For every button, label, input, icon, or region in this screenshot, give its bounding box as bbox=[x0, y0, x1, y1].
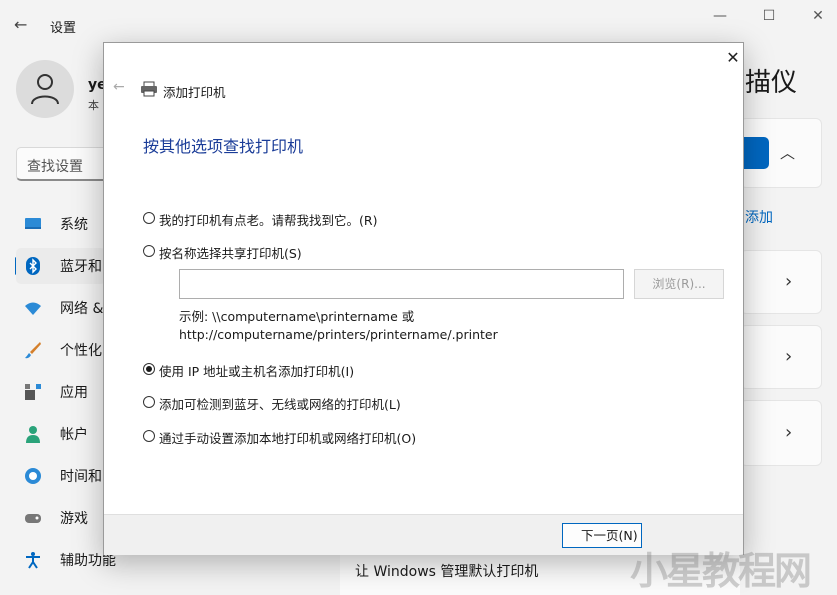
radio-button-selected[interactable] bbox=[143, 363, 155, 375]
gamepad-icon bbox=[25, 514, 41, 523]
close-icon[interactable]: ✕ bbox=[720, 45, 746, 71]
sidebar-item-system[interactable]: 系统 bbox=[16, 206, 106, 242]
accessibility-icon bbox=[26, 552, 40, 569]
device-card-1[interactable] bbox=[740, 250, 822, 314]
app-title: 设置 bbox=[50, 21, 77, 36]
sidebar-item-personalization[interactable]: 个性化 bbox=[16, 332, 106, 368]
chevron-right-icon: › bbox=[785, 346, 793, 367]
option-label: 按名称选择共享打印机(S) bbox=[159, 246, 302, 261]
person-outline-icon bbox=[31, 74, 59, 105]
watermark-text: 小星教程网 bbox=[630, 549, 812, 593]
option-label: 添加可检测到蓝牙、无线或网络的打印机(L) bbox=[159, 397, 401, 412]
clock-globe-icon bbox=[25, 468, 41, 484]
sidebar-item-network[interactable]: 网络 & bbox=[16, 290, 106, 326]
sidebar-item-label: 游戏 bbox=[60, 511, 88, 527]
printer-icon bbox=[141, 81, 157, 97]
close-window-button[interactable]: ✕ bbox=[806, 8, 830, 24]
sidebar-item-label: 蓝牙和 bbox=[60, 259, 102, 275]
dialog-heading: 按其他选项查找打印机 bbox=[143, 137, 304, 156]
radio-button[interactable] bbox=[143, 430, 155, 442]
option-label: 使用 IP 地址或主机名添加打印机(I) bbox=[159, 364, 355, 379]
browse-button[interactable]: 浏览(R)... bbox=[634, 269, 724, 299]
sidebar-item-label: 帐户 bbox=[60, 427, 88, 443]
monitor-icon bbox=[25, 218, 41, 229]
avatar[interactable] bbox=[16, 60, 74, 118]
sidebar-item-label: 网络 & bbox=[60, 301, 104, 317]
dialog-caption: 添加打印机 bbox=[163, 85, 226, 100]
example-text: 示例: \\computername\printername 或 http://… bbox=[179, 308, 498, 344]
radio-button[interactable] bbox=[143, 396, 155, 408]
search-placeholder: 查找设置 bbox=[27, 159, 83, 175]
sidebar-item-label: 系统 bbox=[60, 217, 88, 233]
minimize-button[interactable]: — bbox=[708, 8, 732, 24]
bluetooth-icon bbox=[26, 257, 40, 275]
radio-button[interactable] bbox=[143, 245, 155, 257]
example-line-1: 示例: \\computername\printername 或 bbox=[179, 309, 415, 324]
example-line-2: http://computername/printers/printername… bbox=[179, 327, 498, 342]
add-device-button[interactable] bbox=[740, 137, 769, 169]
sidebar-item-label: 应用 bbox=[60, 385, 88, 401]
shared-printer-name-input[interactable] bbox=[179, 269, 624, 299]
sidebar-item-label: 个性化 bbox=[60, 343, 102, 359]
chevron-right-icon: › bbox=[785, 422, 793, 443]
add-manually-link[interactable]: 添加 bbox=[745, 207, 773, 227]
device-card-2[interactable] bbox=[740, 325, 822, 389]
default-printer-label: 让 Windows 管理默认打印机 bbox=[355, 564, 539, 580]
option-label: 我的打印机有点老。请帮我找到它。(R) bbox=[159, 213, 378, 228]
device-card-3[interactable] bbox=[740, 400, 822, 466]
search-input[interactable]: 查找设置 bbox=[16, 147, 110, 181]
maximize-button[interactable]: ☐ bbox=[757, 8, 781, 24]
sidebar-item-gaming[interactable]: 游戏 bbox=[16, 500, 106, 536]
page-title: 描仪 bbox=[745, 68, 798, 98]
sidebar-item-accessibility[interactable]: 辅助功能 bbox=[16, 542, 116, 578]
chevron-right-icon: › bbox=[785, 271, 793, 292]
user-subtitle: 本 bbox=[88, 99, 99, 112]
apps-icon bbox=[25, 384, 41, 400]
back-arrow-icon[interactable]: ← bbox=[113, 79, 125, 95]
back-arrow-icon[interactable]: ← bbox=[14, 15, 27, 34]
chevron-up-icon[interactable]: ︿ bbox=[780, 142, 795, 163]
sidebar-item-bluetooth[interactable]: 蓝牙和 bbox=[16, 248, 106, 284]
person-icon bbox=[26, 426, 40, 443]
add-printer-dialog: ✕ ← 添加打印机 按其他选项查找打印机 我的打印机有点老。请帮我找到它。(R)… bbox=[103, 42, 744, 555]
brush-icon bbox=[25, 342, 41, 359]
option-label: 通过手动设置添加本地打印机或网络打印机(O) bbox=[159, 431, 417, 446]
radio-button[interactable] bbox=[143, 212, 155, 224]
sidebar-item-label: 时间和 bbox=[60, 469, 102, 485]
sidebar-item-accounts[interactable]: 帐户 bbox=[16, 416, 106, 452]
wifi-icon bbox=[25, 302, 41, 315]
sidebar-item-apps[interactable]: 应用 bbox=[16, 374, 106, 410]
sidebar-item-time[interactable]: 时间和 bbox=[16, 458, 106, 494]
